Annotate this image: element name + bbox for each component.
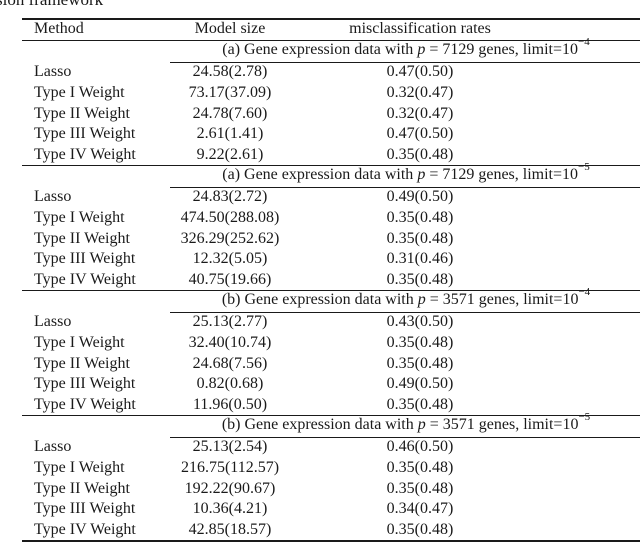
row-model-size: 9.22(2.61) (196, 146, 264, 164)
section-exponent: −4 (578, 286, 591, 298)
row-misclassification: 0.35(0.48) (386, 521, 454, 539)
row-misclassification: 0.43(0.50) (386, 313, 454, 330)
row-method: Type III Weight (34, 125, 136, 143)
section-p-symbol: p (417, 291, 426, 308)
row-misclassification: 0.35(0.48) (386, 479, 454, 497)
section-exponent: −5 (578, 161, 590, 173)
section-label-mid: = 3571 genes, limit=10 (425, 291, 579, 308)
section-label-prefix: (b) Gene expression data with (221, 416, 418, 433)
row-model-size: 25.13(2.77) (192, 313, 268, 330)
header-misclassification: misclassification rates (349, 20, 491, 37)
row-method: Type I Weight (34, 83, 125, 101)
row-method: Type III Weight (34, 250, 136, 268)
row-model-size: 2.61(1.41) (196, 125, 264, 143)
row-misclassification: 0.35(0.48) (386, 354, 454, 372)
section-label-mid: = 7129 genes, limit=10 (425, 166, 579, 183)
row-method: Type IV Weight (34, 396, 136, 414)
row-model-size: 40.75(19.66) (188, 271, 272, 289)
row-method: Type II Weight (34, 229, 130, 247)
row-method: Type II Weight (34, 104, 130, 122)
row-method: Type I Weight (34, 458, 125, 476)
row-misclassification: 0.35(0.48) (386, 271, 454, 289)
row-model-size: 24.68(7.56) (192, 354, 268, 372)
row-method: Type III Weight (34, 375, 136, 393)
row-method: Type III Weight (34, 500, 136, 518)
section-header: (a) Gene expression data with p = 7129 g… (172, 162, 640, 185)
row-model-size: 0.82(0.68) (196, 375, 264, 393)
section-label-prefix: (a) Gene expression data with (222, 41, 418, 58)
row-misclassification: 0.31(0.46) (386, 250, 454, 268)
section-p-symbol: p (417, 416, 426, 433)
section-header: (a) Gene expression data with p = 7129 g… (172, 37, 640, 60)
row-misclassification: 0.34(0.47) (386, 500, 454, 518)
header-model-size: Model size (194, 20, 266, 37)
row-misclassification: 0.32(0.47) (386, 83, 454, 101)
section-header: (b) Gene expression data with p = 3571 g… (172, 287, 640, 310)
row-misclassification: 0.47(0.50) (386, 125, 454, 143)
row-method: Type II Weight (34, 354, 130, 372)
row-method: Lasso (34, 438, 72, 455)
section-label-mid: = 3571 genes, limit=10 (425, 416, 579, 433)
row-model-size: 192.22(90.67) (184, 479, 276, 497)
header-method: Method (34, 20, 84, 37)
row-model-size: 25.13(2.54) (192, 438, 268, 455)
section-exponent: −4 (578, 36, 590, 48)
row-method: Type IV Weight (34, 146, 136, 164)
row-method: Type I Weight (34, 208, 125, 226)
row-method: Type II Weight (34, 479, 130, 497)
row-model-size: 12.32(5.05) (192, 250, 268, 268)
row-model-size: 24.78(7.60) (192, 104, 268, 122)
row-method: Lasso (34, 188, 72, 205)
row-misclassification: 0.32(0.47) (386, 104, 454, 122)
row-model-size: 11.96(0.50) (192, 396, 268, 414)
row-model-size: 42.85(18.57) (188, 521, 272, 539)
row-misclassification: 0.46(0.50) (386, 438, 454, 455)
row-model-size: 32.40(10.74) (188, 333, 272, 351)
section-header: (b) Gene expression data with p = 3571 g… (172, 412, 640, 435)
row-misclassification: 0.35(0.48) (386, 146, 454, 164)
row-method: Lasso (34, 313, 72, 330)
row-misclassification: 0.47(0.50) (386, 63, 454, 80)
bottom-rule (22, 540, 640, 542)
row-method: Type I Weight (34, 333, 125, 351)
row-misclassification: 0.49(0.50) (386, 375, 454, 393)
row-misclassification: 0.35(0.48) (386, 229, 454, 247)
row-misclassification: 0.35(0.48) (386, 458, 454, 476)
row-misclassification: 0.35(0.48) (386, 333, 454, 351)
row-misclassification: 0.49(0.50) (386, 188, 454, 205)
section-label-prefix: (a) Gene expression data with (222, 166, 418, 183)
row-misclassification: 0.35(0.48) (386, 208, 454, 226)
row-method: Type IV Weight (34, 521, 136, 539)
row-model-size: 24.83(2.72) (192, 188, 268, 205)
section-exponent: −5 (578, 411, 591, 423)
row-model-size: 216.75(112.57) (180, 458, 280, 476)
row-model-size: 73.17(37.09) (188, 83, 272, 101)
row-method: Lasso (34, 63, 72, 80)
section-label-prefix: (b) Gene expression data with (221, 291, 418, 308)
row-model-size: 10.36(4.21) (192, 500, 268, 518)
caption-fragment: sion framework (0, 0, 103, 10)
row-model-size: 326.29(252.62) (180, 229, 280, 247)
section-label-mid: = 7129 genes, limit=10 (425, 41, 579, 58)
row-model-size: 24.58(2.78) (192, 63, 268, 80)
row-misclassification: 0.35(0.48) (386, 396, 454, 414)
row-model-size: 474.50(288.08) (180, 208, 280, 226)
row-method: Type IV Weight (34, 271, 136, 289)
